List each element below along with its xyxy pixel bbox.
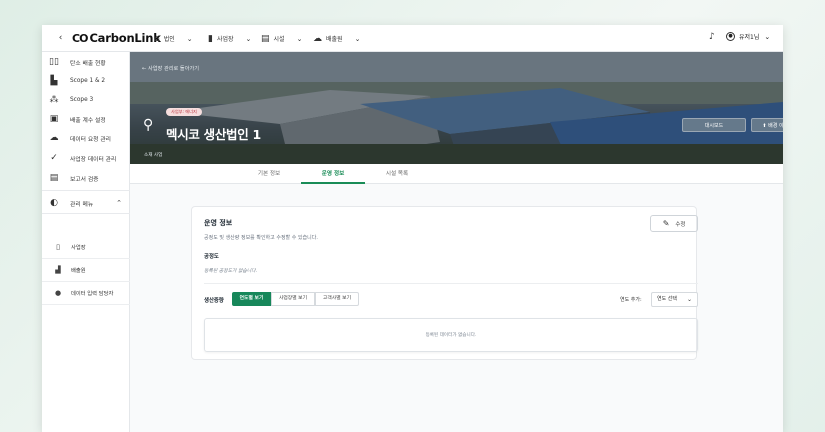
app-window: ‹ CO CarbonLink ⌂ 법인 ⌄ ▮ 사업장 ⌄ ▤ 시설 ⌄ ☁ …: [42, 25, 783, 432]
scope3-icon: ⁂: [49, 95, 59, 105]
user-name: 유저1님: [739, 34, 760, 41]
back-icon[interactable]: ‹: [54, 32, 67, 45]
tab-basic-info[interactable]: 기본 정보: [237, 164, 301, 184]
factor-icon: ▣: [49, 114, 59, 124]
chevron-up-icon: ⌃: [116, 199, 122, 207]
nav-facility[interactable]: ▤ 시설 ⌄: [261, 31, 302, 46]
process-diagram-label: 공정도: [204, 254, 219, 260]
factory-image: [130, 52, 783, 164]
nav-emission-source[interactable]: ☁ 배출원 ⌄: [313, 31, 360, 46]
dashboard-button[interactable]: 대시보드: [682, 118, 746, 132]
card-divider: [204, 283, 698, 284]
operation-info-card: 운영 정보 공정도 및 생산량 정보를 확인하고 수정할 수 있습니다. ✎ 수…: [191, 206, 698, 360]
sidebar-item-scope12[interactable]: ▙ Scope 1 & 2: [42, 71, 130, 91]
edit-label: 수정: [675, 221, 686, 228]
sidebar-divider: [42, 213, 130, 214]
division-badge: 사업부: 에너지: [166, 108, 202, 116]
production-data-empty: 등록된 데이터가 없습니다.: [204, 318, 698, 352]
sidebar: ▯▯ 탄소 배출 현황 ▙ Scope 1 & 2 ⁂ Scope 3 ▣ 배출…: [42, 52, 130, 432]
sidebar-item-emission-status[interactable]: ▯▯ 탄소 배출 현황: [42, 52, 130, 72]
card-title: 운영 정보: [204, 219, 233, 227]
logo[interactable]: CO CarbonLink: [72, 30, 161, 46]
dashboard-icon: ▯▯: [49, 57, 59, 67]
sidebar-divider: [42, 190, 130, 191]
check-icon: ✓: [50, 153, 58, 163]
sidebar-subitem-site[interactable]: ▯ 사업장: [42, 236, 130, 259]
view-by-year-button[interactable]: 연도별 보기: [232, 292, 271, 306]
sidebar-item-label: 배출원: [71, 268, 86, 274]
chevron-down-icon: ⌄: [354, 34, 361, 43]
year-select-dropdown[interactable]: 연도 선택 ⌄: [651, 292, 698, 307]
tab-operation-info[interactable]: 운영 정보: [301, 164, 365, 184]
chevron-down-icon: ⌄: [764, 32, 771, 41]
edit-button[interactable]: ✎ 수정: [650, 215, 698, 232]
sidebar-item-data-request[interactable]: ☁ 데이터 요청 관리: [42, 128, 130, 148]
nav-site[interactable]: ▮ 사업장 ⌄: [208, 31, 251, 46]
logo-mark: CO: [72, 31, 88, 45]
sidebar-item-label: 사업장 데이터 관리: [70, 156, 117, 163]
facility-icon: ▤: [261, 33, 270, 44]
sidebar-item-label: 보고서 검증: [70, 176, 99, 183]
sidebar-item-emission-factor[interactable]: ▣ 배출 계수 설정: [42, 109, 130, 129]
sidebar-item-label: 데이터 요청 관리: [70, 136, 112, 143]
scope12-icon: ▙: [50, 76, 58, 86]
tab-facility-list[interactable]: 시설 목록: [365, 164, 429, 184]
chevron-down-icon: ⌄: [186, 34, 193, 43]
chevron-down-icon: ⌄: [296, 34, 303, 43]
nav-label: 법인: [163, 36, 175, 43]
location-pin-icon: ⚲: [143, 117, 154, 133]
page-title: 멕시코 생산법인 1: [166, 127, 261, 142]
sidebar-item-label: 배출 계수 설정: [70, 117, 106, 124]
sidebar-item-label: 사업장: [71, 245, 86, 251]
hero-banner: ← 사업장 관리로 돌아가기 사업부: 에너지 ⚲ 멕시코 생산법인 1 소재 …: [130, 52, 783, 164]
process-diagram-empty: 등록된 공정도가 없습니다.: [204, 269, 258, 274]
user-icon: ●: [726, 32, 735, 41]
cloud-icon: ☁: [313, 33, 322, 44]
sidebar-item-admin[interactable]: ◐ 관리 메뉴 ⌃: [42, 193, 130, 213]
sidebar-item-label: Scope 3: [70, 97, 94, 103]
chevron-down-icon: ⌄: [686, 296, 692, 303]
tab-bar: 기본 정보 운영 정보 시설 목록: [130, 164, 783, 184]
chevron-down-icon: ⌄: [245, 34, 252, 43]
bell-icon[interactable]: ♪: [709, 32, 715, 42]
view-by-site-button[interactable]: 사업장별 보기: [271, 292, 315, 306]
back-to-site-link[interactable]: ← 사업장 관리로 돌아가기: [142, 65, 199, 72]
sidebar-subitem-data-manager[interactable]: ● 데이터 입력 담당자: [42, 282, 130, 305]
production-label: 생산증량: [204, 298, 224, 304]
sidebar-item-label: 데이터 입력 담당자: [71, 291, 114, 297]
nav-label: 사업장: [216, 36, 234, 43]
nav-label: 배출원: [326, 36, 343, 43]
nav-corporation[interactable]: ⌂ 법인 ⌄: [154, 31, 193, 46]
person-icon: ●: [54, 289, 62, 297]
year-add-label: 연도 추가:: [620, 297, 642, 303]
upload-icon: ☁: [49, 133, 59, 143]
top-bar: ‹ CO CarbonLink ⌂ 법인 ⌄ ▮ 사업장 ⌄ ▤ 시설 ⌄ ☁ …: [42, 25, 783, 52]
sidebar-item-scope3[interactable]: ⁂ Scope 3: [42, 90, 130, 110]
sidebar-item-label: 관리 메뉴: [70, 201, 94, 208]
view-by-customer-button[interactable]: 고객사별 보기: [315, 292, 359, 306]
chart-icon: ▮: [208, 33, 213, 44]
nav-label: 시설: [273, 36, 285, 43]
card-description: 공정도 및 생산량 정보를 확인하고 수정할 수 있습니다.: [204, 235, 318, 241]
sidebar-item-label: 탄소 배출 현황: [70, 60, 106, 67]
sidebar-item-report[interactable]: ▤ 보고서 검증: [42, 168, 130, 188]
site-icon: ▯: [56, 243, 60, 251]
pencil-icon: ✎: [662, 219, 670, 228]
sidebar-item-site-data[interactable]: ✓ 사업장 데이터 관리: [42, 148, 130, 168]
building-icon: ⌂: [154, 33, 160, 44]
source-icon: ▟: [55, 266, 61, 274]
logo-text: CarbonLink: [89, 31, 161, 45]
main-content: 운영 정보 공정도 및 생산량 정보를 확인하고 수정할 수 있습니다. ✎ 수…: [130, 184, 783, 432]
page-subtitle: 소재 사업: [144, 153, 163, 158]
user-menu[interactable]: ● 유저1님 ⌄: [726, 32, 770, 41]
year-select-value: 연도 선택: [657, 296, 677, 302]
change-background-button[interactable]: ⬆ 배경 이미지 변경: [751, 118, 783, 132]
sidebar-subitem-emission-source[interactable]: ▟ 배출원: [42, 259, 130, 282]
admin-icon: ◐: [50, 198, 58, 208]
sidebar-item-label: Scope 1 & 2: [70, 78, 106, 84]
report-icon: ▤: [49, 173, 59, 183]
